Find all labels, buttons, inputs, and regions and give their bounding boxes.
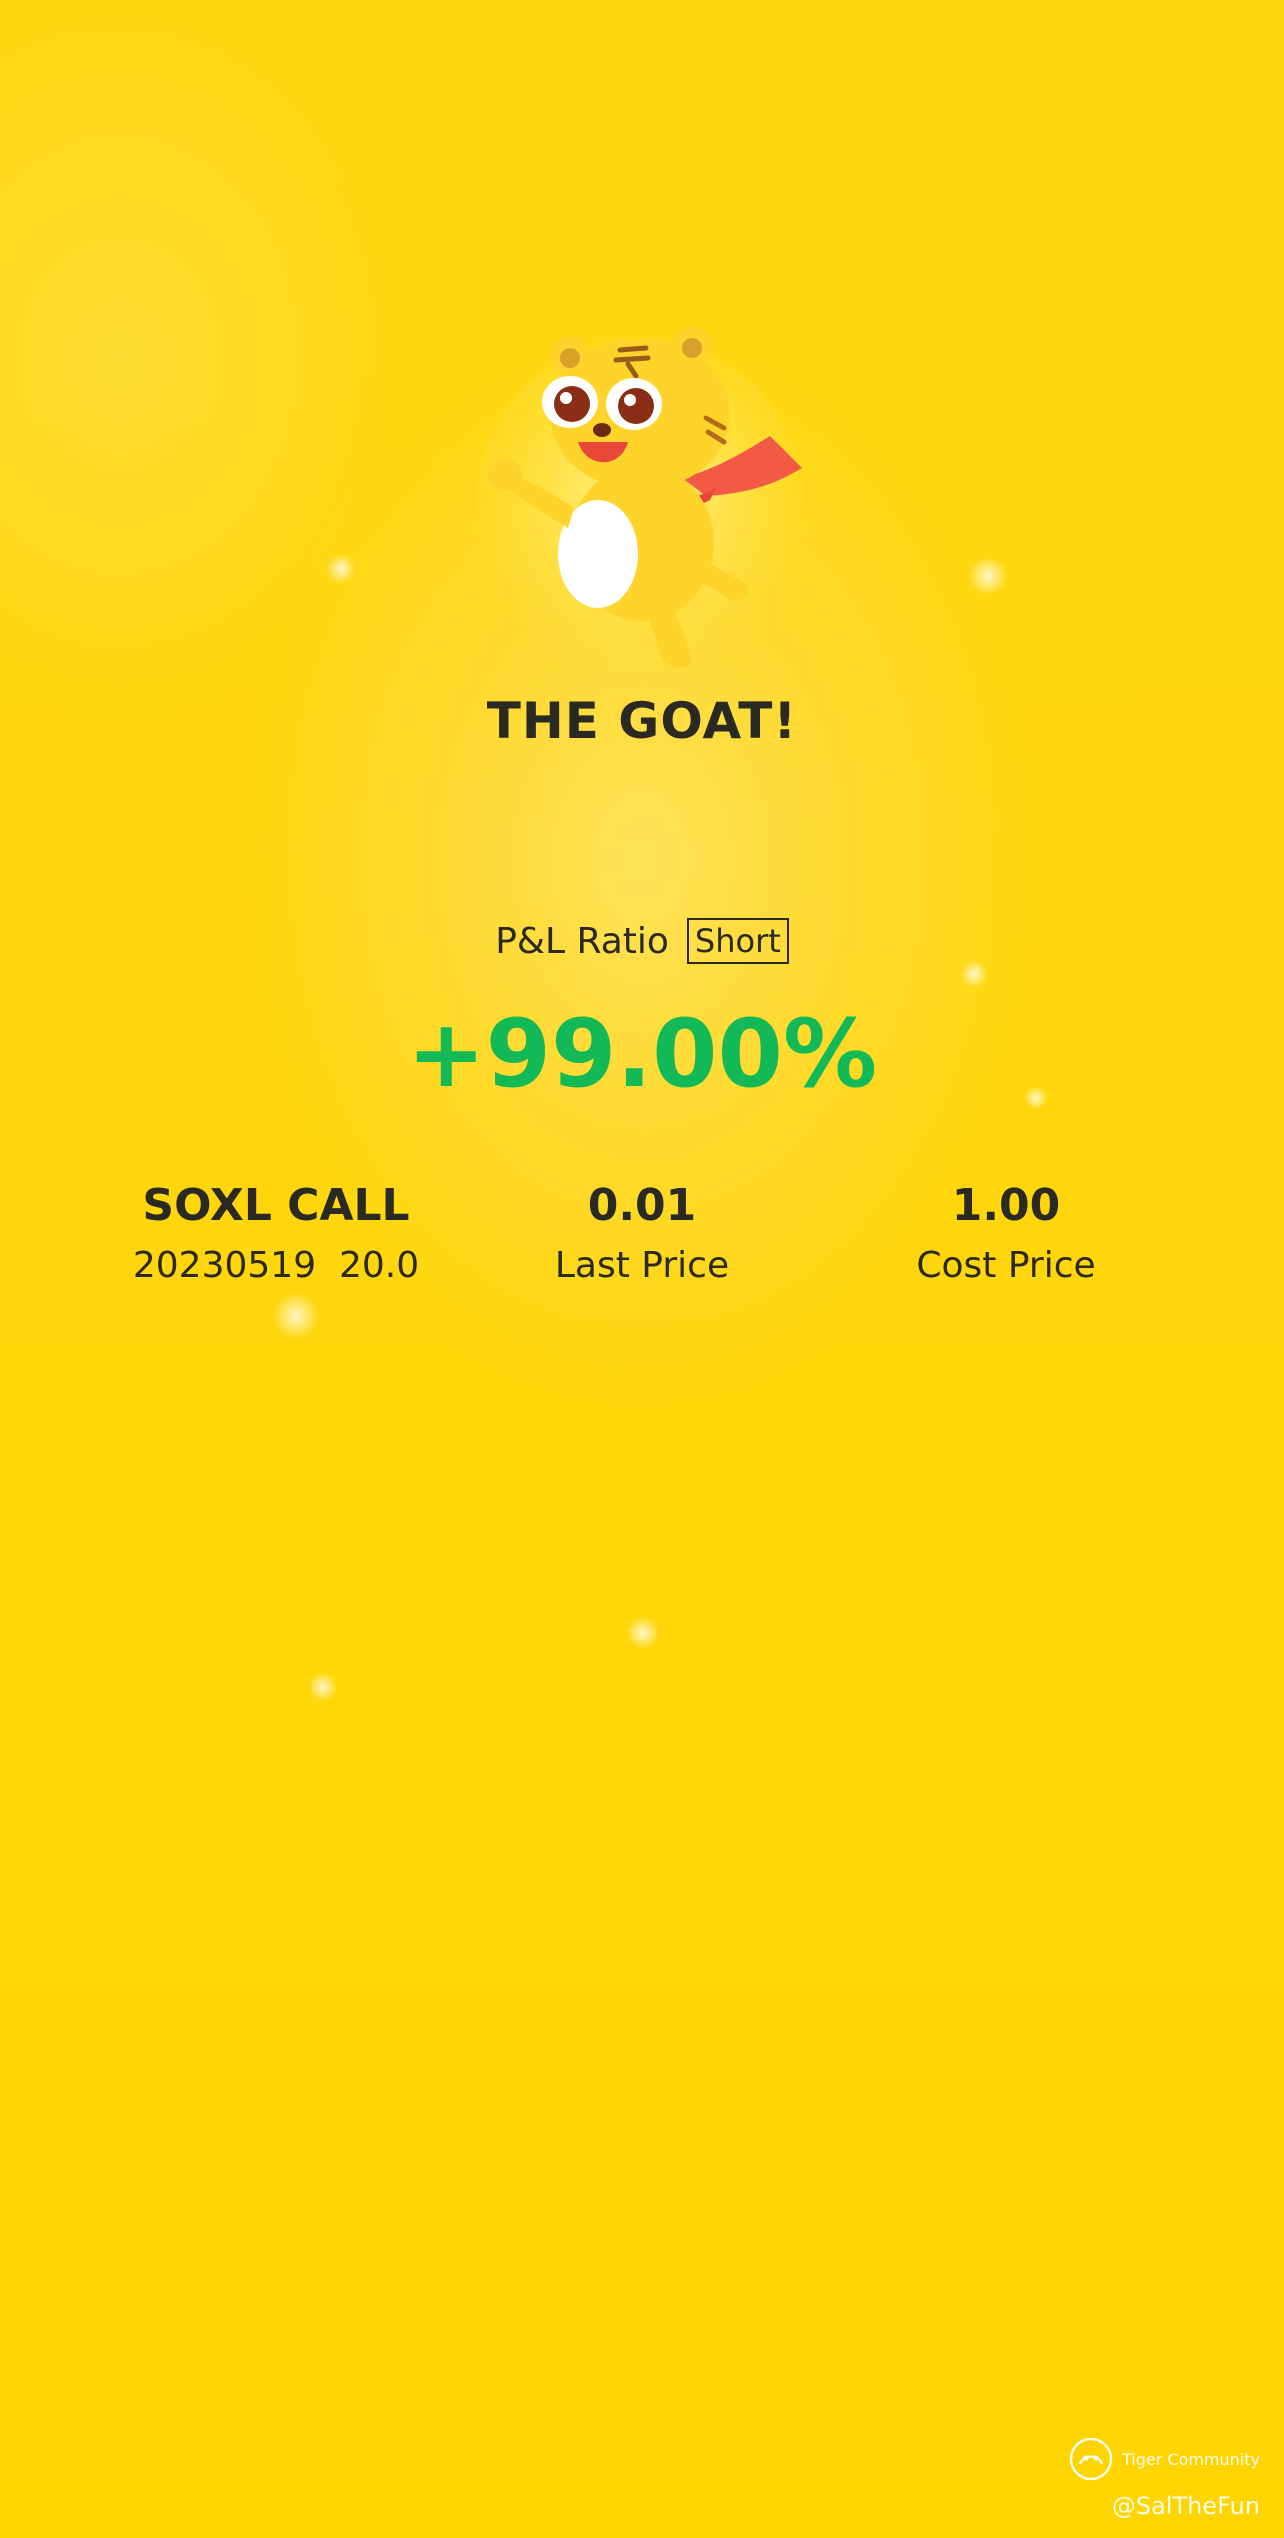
cost-price-label: Cost Price: [916, 1245, 1096, 1286]
pnl-ratio-label: P&L Ratio: [495, 920, 669, 962]
watermark-brand: Tiger Community: [1122, 2449, 1260, 2469]
position-type-badge: Short: [686, 918, 789, 964]
sparkle: [326, 554, 356, 584]
tiger-mascot-icon: [475, 326, 805, 678]
cost-price-value: 1.00: [951, 1180, 1061, 1231]
page-title: THE GOAT!: [486, 692, 798, 750]
pnl-ratio-value: +99.00%: [406, 1000, 878, 1109]
last-price-value: 0.01: [587, 1180, 697, 1231]
sparkle: [626, 1616, 660, 1650]
contract-details: 20230519 20.0: [132, 1245, 420, 1286]
stat-contract: SOXL CALL 20230519 20.0: [66, 1178, 486, 1294]
stat-last-price: 0.01 Last Price: [432, 1178, 852, 1294]
sparkle: [968, 556, 1008, 596]
contract-name: SOXL CALL: [142, 1180, 410, 1231]
watermark: Tiger Community @SalTheFun: [1068, 2436, 1260, 2520]
sparkle: [960, 960, 988, 988]
pnl-ratio-row: P&L Ratio Short: [0, 918, 1284, 964]
last-price-label: Last Price: [554, 1245, 730, 1286]
stat-cost-price: 1.00 Cost Price: [796, 1178, 1216, 1294]
sparkle: [272, 1292, 320, 1340]
sparkle: [308, 1672, 338, 1702]
tiger-community-logo-icon: [1069, 2437, 1113, 2481]
watermark-handle: @SalTheFun: [1111, 2492, 1260, 2520]
